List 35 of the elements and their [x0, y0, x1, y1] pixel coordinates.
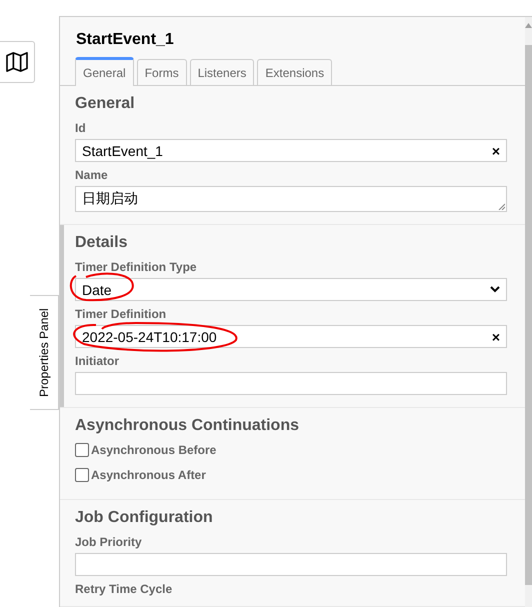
properties-panel-tab[interactable]: Properties Panel	[30, 295, 59, 410]
section-title: Asynchronous Continuations	[75, 417, 300, 435]
field-label: Initiator	[75, 354, 120, 368]
field-label: Id	[75, 121, 87, 135]
input-field[interactable]: 2022-05-24T10:17:00 ×	[75, 325, 507, 348]
checkbox[interactable]	[75, 468, 89, 482]
field-label: Retry Time Cycle	[75, 582, 174, 596]
tab[interactable]: Forms	[136, 59, 187, 85]
chevron-down-icon	[490, 286, 500, 293]
input-field[interactable]	[75, 553, 507, 576]
field-label: Job Priority	[75, 535, 143, 549]
field-label: Timer Definition Type	[75, 260, 198, 274]
tab[interactable]: General	[75, 57, 134, 86]
text-area[interactable]: 日期启动	[75, 186, 507, 212]
clear-button[interactable]: ×	[492, 142, 500, 158]
tab[interactable]: Extensions	[257, 59, 332, 85]
input-field[interactable]	[75, 372, 507, 395]
tab[interactable]: Listeners	[190, 59, 254, 85]
checkbox-label: Asynchronous After	[91, 468, 206, 482]
resize-handle-icon[interactable]	[498, 203, 505, 210]
field-label: Timer Definition	[75, 307, 168, 321]
scrollbar[interactable]	[525, 17, 532, 607]
map-icon	[6, 52, 28, 72]
dropdown[interactable]: Date	[75, 278, 507, 301]
checkbox[interactable]	[75, 443, 89, 457]
element-title: StartEvent_1	[76, 31, 175, 49]
scroll-up-icon[interactable]	[525, 23, 532, 28]
section-title: Job Configuration	[75, 509, 214, 527]
checkbox-label: Asynchronous Before	[91, 443, 216, 457]
input-field[interactable]: StartEvent_1 ×	[75, 139, 507, 162]
section-title: General	[75, 95, 136, 113]
clear-button[interactable]: ×	[492, 328, 500, 344]
map-button[interactable]	[0, 41, 35, 83]
section-title: Details	[75, 234, 128, 252]
field-label: Name	[75, 168, 109, 182]
